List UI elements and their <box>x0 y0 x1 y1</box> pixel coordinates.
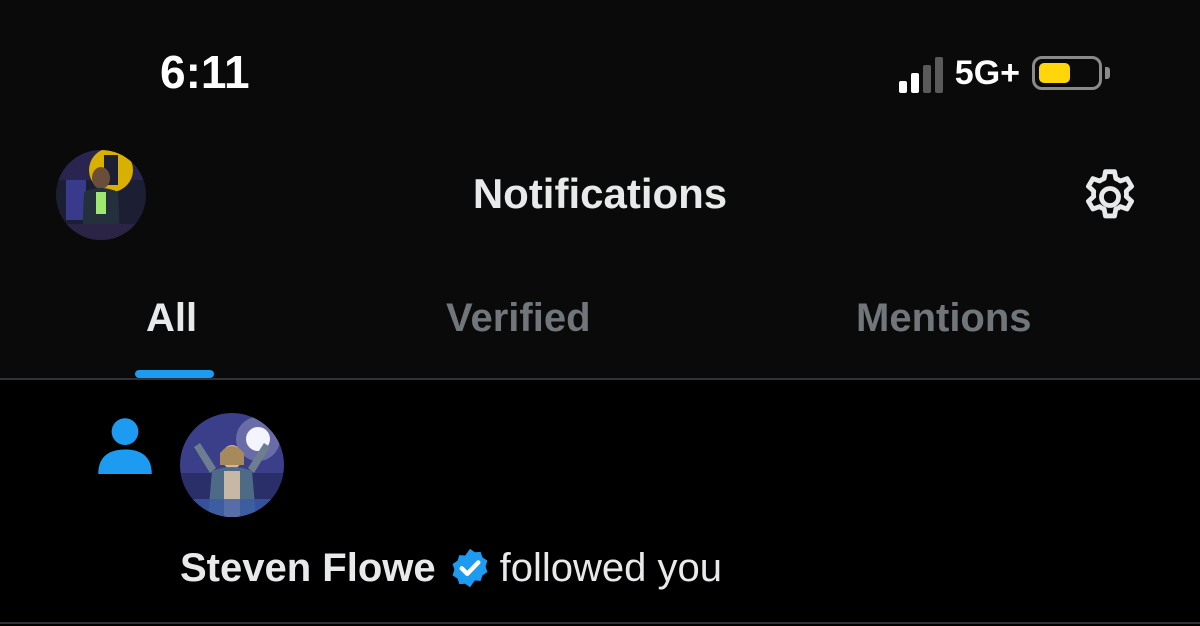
settings-button[interactable] <box>1078 165 1142 229</box>
follower-avatar-image <box>180 413 284 517</box>
follower-avatar[interactable] <box>180 413 284 517</box>
notification-item[interactable]: Steven Flowe followed you <box>0 380 1200 622</box>
network-label: 5G+ <box>954 54 1020 92</box>
active-tab-indicator <box>135 370 214 378</box>
battery-level <box>1039 63 1070 83</box>
tab-verified[interactable]: Verified <box>446 292 591 344</box>
person-icon <box>98 418 152 474</box>
verified-badge-icon <box>452 548 488 588</box>
status-indicators: 5G+ <box>898 48 1110 98</box>
follower-name[interactable]: Steven Flowe <box>180 546 436 591</box>
gear-icon <box>1086 169 1134 219</box>
tab-mentions[interactable]: Mentions <box>856 292 1032 344</box>
cellular-signal-icon <box>898 53 943 93</box>
row-divider <box>0 622 1200 624</box>
notification-text: Steven Flowe followed you <box>180 540 722 596</box>
status-time: 6:11 <box>160 46 250 98</box>
tab-all[interactable]: All <box>146 292 197 344</box>
battery-icon <box>1032 56 1110 90</box>
page-title: Notifications <box>472 170 728 217</box>
notification-action: followed you <box>499 545 722 590</box>
top-area: 6:11 5G+ Notifications All Verified Ment… <box>0 0 1200 379</box>
